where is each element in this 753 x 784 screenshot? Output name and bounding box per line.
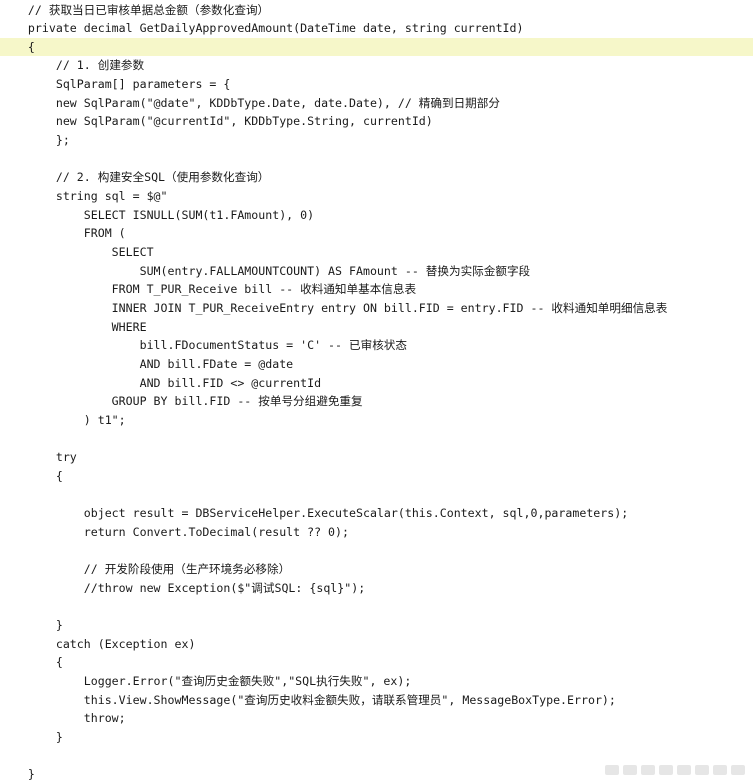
code-line-text: Logger.Error("查询历史金额失败","SQL执行失败", ex); <box>0 673 412 688</box>
code-line-text: // 开发阶段使用（生产环境务必移除） <box>0 562 291 576</box>
code-editor[interactable]: // 获取当日已审核单据总金额（参数化查询） private decimal G… <box>0 0 753 783</box>
code-line[interactable]: } <box>0 728 753 747</box>
watermark-glyph <box>623 765 637 775</box>
code-line-text: } <box>0 617 63 632</box>
code-line-text: { <box>0 655 63 670</box>
code-line-text: object result = DBServiceHelper.ExecuteS… <box>0 506 629 521</box>
code-line[interactable]: { <box>0 37 753 57</box>
code-line[interactable]: AND bill.FDate = @date <box>0 355 753 374</box>
code-line[interactable]: // 获取当日已审核单据总金额（参数化查询） <box>0 1 753 20</box>
code-line[interactable]: SELECT <box>0 243 753 262</box>
code-line[interactable]: ) t1"; <box>0 411 753 430</box>
code-line-text: new SqlParam("@currentId", KDDbType.Stri… <box>0 114 433 129</box>
code-line[interactable]: string sql = $@" <box>0 187 753 206</box>
code-line-text: ) t1"; <box>0 412 126 427</box>
code-line-text: }; <box>0 133 70 148</box>
code-line-text: return Convert.ToDecimal(result ?? 0); <box>0 524 350 539</box>
code-line-text: //throw new Exception($"调试SQL: {sql}"); <box>0 580 366 595</box>
code-line[interactable]: FROM T_PUR_Receive bill -- 收料通知单基本信息表 <box>0 280 753 299</box>
code-line-text: try <box>0 450 77 465</box>
code-line[interactable]: try <box>0 448 753 467</box>
code-line[interactable]: SELECT ISNULL(SUM(t1.FAmount), 0) <box>0 206 753 225</box>
code-line-text: bill.FDocumentStatus = 'C' -- 已审核状态 <box>0 338 407 353</box>
code-line[interactable]: object result = DBServiceHelper.ExecuteS… <box>0 504 753 523</box>
watermark-glyph <box>659 765 673 775</box>
code-line-text: AND bill.FID <> @currentId <box>0 375 322 390</box>
code-line[interactable]: catch (Exception ex) <box>0 635 753 654</box>
code-line[interactable]: // 1. 创建参数 <box>0 56 753 75</box>
code-line-text: GROUP BY bill.FID -- 按单号分组避免重复 <box>0 394 363 409</box>
code-line-text: WHERE <box>0 319 147 334</box>
code-line[interactable]: { <box>0 653 753 672</box>
code-line[interactable]: FROM ( <box>0 224 753 243</box>
code-line[interactable]: throw; <box>0 709 753 728</box>
code-line-text: { <box>0 468 63 483</box>
code-line[interactable]: bill.FDocumentStatus = 'C' -- 已审核状态 <box>0 336 753 355</box>
code-line-text: AND bill.FDate = @date <box>0 356 294 371</box>
watermark-glyph <box>677 765 691 775</box>
code-line[interactable]: } <box>0 616 753 635</box>
watermark-glyph <box>605 765 619 775</box>
code-line[interactable] <box>0 541 753 560</box>
code-line-text: // 获取当日已审核单据总金额（参数化查询） <box>0 2 270 17</box>
code-line[interactable]: SUM(entry.FALLAMOUNTCOUNT) AS FAmount --… <box>0 262 753 281</box>
code-line[interactable]: SqlParam[] parameters = { <box>0 75 753 94</box>
code-line-text: SqlParam[] parameters = { <box>0 77 231 92</box>
code-line-text: SELECT ISNULL(SUM(t1.FAmount), 0) <box>0 207 315 222</box>
code-line-text: throw; <box>0 711 126 726</box>
code-line-text: // 2. 构建安全SQL（使用参数化查询） <box>0 170 270 185</box>
code-line[interactable]: new SqlParam("@date", KDDbType.Date, dat… <box>0 94 753 113</box>
code-line[interactable]: // 开发阶段使用（生产环境务必移除） <box>0 560 753 579</box>
watermark-glyph <box>713 765 727 775</box>
code-line[interactable]: Logger.Error("查询历史金额失败","SQL执行失败", ex); <box>0 672 753 691</box>
code-line-text: FROM ( <box>0 226 126 241</box>
code-line[interactable]: { <box>0 467 753 486</box>
code-line[interactable] <box>0 485 753 504</box>
code-line[interactable]: GROUP BY bill.FID -- 按单号分组避免重复 <box>0 392 753 411</box>
code-line-text: new SqlParam("@date", KDDbType.Date, dat… <box>0 95 500 110</box>
watermark-glyph <box>641 765 655 775</box>
code-line[interactable] <box>0 150 753 169</box>
code-line[interactable]: // 2. 构建安全SQL（使用参数化查询） <box>0 168 753 187</box>
code-line[interactable]: this.View.ShowMessage("查询历史收料金额失败，请联系管理员… <box>0 691 753 710</box>
code-line-text: catch (Exception ex) <box>0 636 196 651</box>
code-line[interactable] <box>0 597 753 616</box>
code-line-text: } <box>0 729 63 744</box>
watermark <box>525 761 745 779</box>
code-line[interactable]: AND bill.FID <> @currentId <box>0 374 753 393</box>
code-line-text: string sql = $@" <box>0 189 168 203</box>
code-line-text: SUM(entry.FALLAMOUNTCOUNT) AS FAmount --… <box>0 263 531 278</box>
code-line[interactable]: private decimal GetDailyApprovedAmount(D… <box>0 19 753 38</box>
code-line[interactable]: new SqlParam("@currentId", KDDbType.Stri… <box>0 112 753 131</box>
code-line[interactable] <box>0 429 753 448</box>
code-line-text: } <box>0 767 35 782</box>
code-line-text: INNER JOIN T_PUR_ReceiveEntry entry ON b… <box>0 300 668 315</box>
code-line-text: // 1. 创建参数 <box>0 58 145 73</box>
code-line-text: SELECT <box>0 244 154 259</box>
code-line[interactable]: WHERE <box>0 318 753 337</box>
watermark-glyph <box>731 765 745 775</box>
code-line[interactable]: INNER JOIN T_PUR_ReceiveEntry entry ON b… <box>0 299 753 318</box>
watermark-glyph <box>695 765 709 775</box>
code-line-text: private decimal GetDailyApprovedAmount(D… <box>0 21 524 36</box>
code-line[interactable]: }; <box>0 131 753 150</box>
code-line[interactable]: return Convert.ToDecimal(result ?? 0); <box>0 523 753 542</box>
code-line-text: { <box>0 39 35 54</box>
code-line-text: this.View.ShowMessage("查询历史收料金额失败，请联系管理员… <box>0 692 616 707</box>
code-line[interactable]: //throw new Exception($"调试SQL: {sql}"); <box>0 579 753 598</box>
code-line-text: FROM T_PUR_Receive bill -- 收料通知单基本信息表 <box>0 282 417 297</box>
